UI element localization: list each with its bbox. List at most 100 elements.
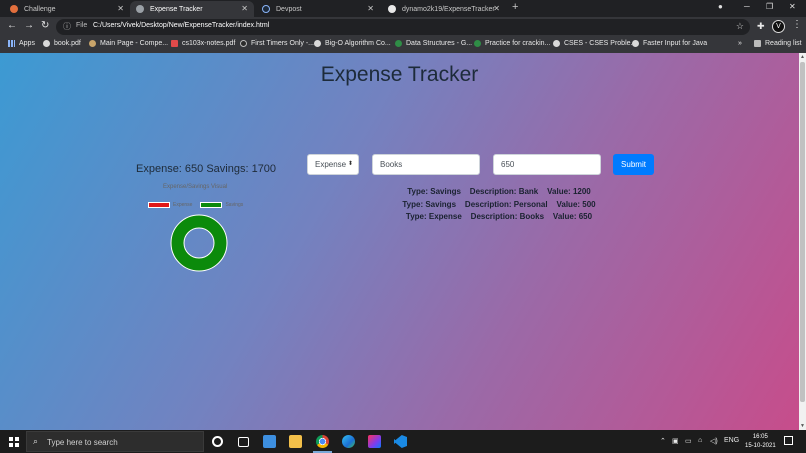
minimize-icon[interactable]: ─ <box>744 2 750 11</box>
tab-challenge[interactable]: Challenge ✕ <box>4 1 130 17</box>
page-content: Expense Tracker Expense: 650 Savings: 17… <box>0 53 799 430</box>
tab-devpost[interactable]: Devpost ✕ <box>256 1 380 17</box>
bookmark-label: Apps <box>19 40 35 47</box>
bookmark-apps[interactable]: Apps <box>8 40 35 47</box>
tray-app-icon[interactable]: ▣ <box>672 437 679 445</box>
mail-icon[interactable] <box>263 435 276 448</box>
apps-grid-icon <box>8 40 15 47</box>
bookmark-item[interactable]: Faster Input for Java <box>632 40 707 47</box>
network-icon[interactable]: ⌂ <box>698 437 702 444</box>
close-icon[interactable]: ✕ <box>367 4 374 13</box>
list-item: Type: Expense Description: Books Value: … <box>405 212 593 221</box>
bookmark-label: Faster Input for Java <box>643 40 708 47</box>
geeksforgeeks-icon <box>474 40 481 47</box>
edge-icon[interactable] <box>342 435 355 448</box>
bookmark-star-icon[interactable]: ☆ <box>736 21 744 32</box>
taskbar-clock[interactable]: 16:05 15-10-2021 <box>745 433 776 451</box>
back-icon[interactable]: ← <box>7 20 17 31</box>
tab-label: Expense Tracker <box>150 5 203 13</box>
legend-label-expense[interactable]: Expense <box>173 202 192 208</box>
tab-label: Devpost <box>276 5 302 13</box>
windows-start-icon[interactable] <box>9 437 19 447</box>
taskbar-search-box[interactable]: ⌕ Type here to search <box>26 431 204 452</box>
value-input[interactable]: 650 <box>493 154 601 175</box>
language-indicator[interactable]: ENG <box>724 437 739 444</box>
site-favicon-icon <box>240 40 247 47</box>
bookmark-item[interactable]: Big-O Algorithm Co... <box>314 40 391 47</box>
address-bar[interactable]: ⓘ File C:/Users/Vivek/Desktop/New/Expens… <box>56 19 750 35</box>
scrollbar-thumb[interactable] <box>800 62 805 402</box>
bookmark-item[interactable]: Practice for crackin... <box>474 40 550 47</box>
scroll-down-icon[interactable]: ▼ <box>800 423 805 429</box>
vscode-icon[interactable] <box>394 435 407 448</box>
volume-icon[interactable]: ◁) <box>710 437 718 445</box>
chart-legend[interactable]: Expense Savings <box>148 202 251 208</box>
close-icon[interactable]: ✕ <box>241 4 248 13</box>
tab-label: dynamo2k19/ExpenseTracker <box>402 5 495 13</box>
clock-date: 15-10-2021 <box>745 443 776 449</box>
description-input[interactable]: Books <box>372 154 480 175</box>
info-icon[interactable]: ⓘ <box>63 21 71 32</box>
challenge-favicon-icon <box>10 5 18 13</box>
more-menu-icon[interactable]: ⋮ <box>792 19 802 30</box>
avatar[interactable]: V <box>772 20 785 33</box>
address-url[interactable]: C:/Users/Vivek/Desktop/New/ExpenseTracke… <box>93 22 269 29</box>
bookmark-item[interactable]: book.pdf <box>43 40 81 47</box>
close-icon[interactable]: ✕ <box>117 4 124 13</box>
taskbar-search-placeholder: Type here to search <box>47 438 118 447</box>
legend-label-savings[interactable]: Savings <box>225 202 243 208</box>
globe-icon <box>136 5 144 13</box>
bookmark-item[interactable]: cs103x-notes.pdf <box>171 40 235 47</box>
task-view-icon[interactable] <box>238 437 249 447</box>
reading-list[interactable]: Reading list <box>754 40 802 47</box>
cortana-icon[interactable] <box>212 436 223 447</box>
battery-icon[interactable]: ▭ <box>685 437 692 445</box>
donut-chart[interactable] <box>169 213 229 273</box>
globe-icon <box>632 40 639 47</box>
clock-time: 16:05 <box>752 434 768 440</box>
chrome-icon[interactable] <box>313 435 332 453</box>
bookmark-label: cs103x-notes.pdf <box>182 40 236 47</box>
geeksforgeeks-icon <box>395 40 402 47</box>
devpost-icon <box>262 5 270 13</box>
tray-chevron-icon[interactable]: ⌃ <box>660 437 666 445</box>
forward-icon[interactable]: → <box>24 20 34 31</box>
reading-list-icon <box>754 40 761 47</box>
scroll-up-icon[interactable]: ▲ <box>800 54 805 60</box>
globe-icon <box>314 40 321 47</box>
browser-tab-strip: Challenge ✕ Expense Tracker ✕ Devpost ✕ … <box>0 0 806 17</box>
bookmark-label: book.pdf <box>54 40 81 47</box>
notification-center-icon[interactable] <box>784 436 793 445</box>
submit-button[interactable]: Submit <box>613 154 654 175</box>
tab-expense-tracker[interactable]: Expense Tracker ✕ <box>130 1 254 17</box>
bookmark-item[interactable]: CSES - CSES Proble... <box>553 40 636 47</box>
bookmark-label: Data Structures - G... <box>406 40 473 47</box>
list-item: Type: Savings Description: Bank Value: 1… <box>407 187 591 196</box>
reload-icon[interactable]: ↻ <box>41 20 49 31</box>
new-tab-button[interactable]: + <box>512 1 518 13</box>
legend-swatch-expense <box>148 202 170 208</box>
search-icon: ⌕ <box>33 436 39 446</box>
close-icon[interactable]: ✕ <box>493 4 500 13</box>
intellij-icon[interactable] <box>368 435 381 448</box>
bookmarks-overflow[interactable]: » <box>738 40 742 47</box>
bookmark-label: Big-O Algorithm Co... <box>325 40 391 47</box>
bookmark-label: Main Page - Compe... <box>100 40 169 47</box>
tab-github[interactable]: dynamo2k19/ExpenseTracker ✕ <box>382 1 506 17</box>
bookmark-item[interactable]: First Timers Only -... <box>240 40 314 47</box>
bookmark-item[interactable]: Main Page - Compe... <box>89 40 168 47</box>
window-close-icon[interactable]: ✕ <box>789 2 796 11</box>
list-item: Type: Savings Description: Personal Valu… <box>402 199 596 209</box>
extensions-puzzle-icon[interactable]: ✚ <box>757 21 765 32</box>
tab-label: Challenge <box>24 5 56 13</box>
bookmark-item[interactable]: Data Structures - G... <box>395 40 472 47</box>
file-explorer-icon[interactable] <box>289 435 302 448</box>
bookmark-label: Practice for crackin... <box>485 40 551 47</box>
profile-menu-icon[interactable]: ● <box>718 2 723 11</box>
maximize-icon[interactable]: ❐ <box>766 2 773 11</box>
entries-list: Type: Savings Description: Bank Value: 1… <box>386 187 612 225</box>
chart-title: Expense/Savings Visual <box>163 184 228 190</box>
type-select[interactable]: Expense ⬍ <box>307 154 359 175</box>
globe-icon <box>43 40 50 47</box>
type-select-value: Expense <box>315 160 347 169</box>
